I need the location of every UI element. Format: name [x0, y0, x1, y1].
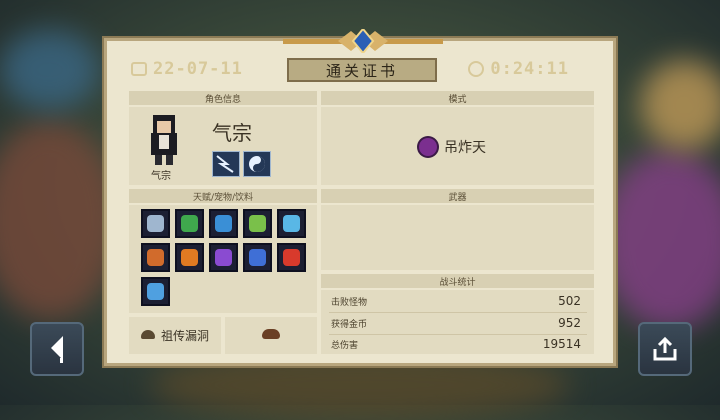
blue-shield-icon: [243, 243, 272, 272]
ice-blade-icon: [277, 209, 306, 238]
stat-row-damage: 总伤害 19514: [331, 334, 581, 354]
back-arrow-icon: [51, 336, 63, 363]
stat-value: 19514: [542, 337, 581, 351]
bow-icon: [243, 209, 272, 238]
hero-caption: 气宗: [151, 171, 171, 182]
certificate-title: 通关证书: [287, 58, 437, 82]
character-section-header: 角色信息: [129, 91, 317, 105]
clock-icon: [468, 61, 485, 77]
date-display: 22-07-11: [131, 59, 243, 79]
demon-icon: [419, 138, 437, 156]
stat-label: 击败怪物: [331, 297, 368, 308]
stats-section-header: 战斗统计: [321, 274, 594, 288]
mode-section-label: 模式: [448, 94, 467, 105]
potion-icon: [141, 243, 170, 272]
title-text: 通关证书: [325, 61, 398, 80]
crest-ornament: [283, 29, 443, 53]
background-blob: [0, 30, 100, 110]
stat-value: 502: [558, 294, 581, 308]
talents-section-label: 天赋/宠物/饮料: [192, 192, 254, 203]
purple-shield-icon: [209, 243, 238, 272]
turtle-icon: [141, 330, 155, 339]
share-icon: [653, 336, 677, 361]
background-blob: [640, 60, 720, 150]
background-blob: [600, 150, 720, 330]
relic-label: 祖传漏洞: [161, 329, 210, 343]
certificate-card: 22-07-11 通关证书 0:24:11 角色信息 气宗 气宗 模式 吊炸天 …: [104, 29, 616, 366]
weapon-section-label: 武器: [448, 192, 467, 203]
teapot-icon: [262, 329, 280, 339]
health-cross-icon: [277, 243, 306, 272]
date-text: 22-07-11: [153, 59, 243, 79]
mode-section-header: 模式: [321, 91, 594, 105]
weapon-section-header: 武器: [321, 189, 594, 203]
stat-value: 952: [558, 316, 581, 330]
stat-label: 获得金币: [331, 319, 368, 330]
hero-name: 气宗: [212, 121, 252, 145]
stat-row-kills: 击败怪物 502: [331, 291, 581, 311]
hero-avatar: [151, 115, 177, 165]
arrow-icon: [209, 209, 238, 238]
lightning-skill-icon: [212, 151, 240, 177]
stat-label: 总伤害: [331, 340, 359, 351]
calendar-icon: [131, 62, 147, 76]
weapon-panel: [321, 205, 594, 270]
shield-icon: [141, 209, 170, 238]
character-section-label: 角色信息: [204, 94, 241, 105]
green-shield-icon: [175, 209, 204, 238]
share-button[interactable]: [638, 322, 692, 376]
time-display: 0:24:11: [468, 59, 569, 79]
brain-icon: [141, 277, 170, 306]
yin-yang-skill-icon: [243, 151, 271, 177]
time-text: 0:24:11: [490, 59, 569, 79]
back-button[interactable]: [30, 322, 84, 376]
fire-shield-icon: [175, 243, 204, 272]
mode-value: 吊炸天: [444, 140, 486, 156]
background-blob: [0, 120, 120, 320]
talents-section-header: 天赋/宠物/饮料: [129, 189, 317, 203]
stats-section-label: 战斗统计: [439, 277, 476, 288]
stat-row-gold: 获得金币 952: [331, 313, 581, 333]
